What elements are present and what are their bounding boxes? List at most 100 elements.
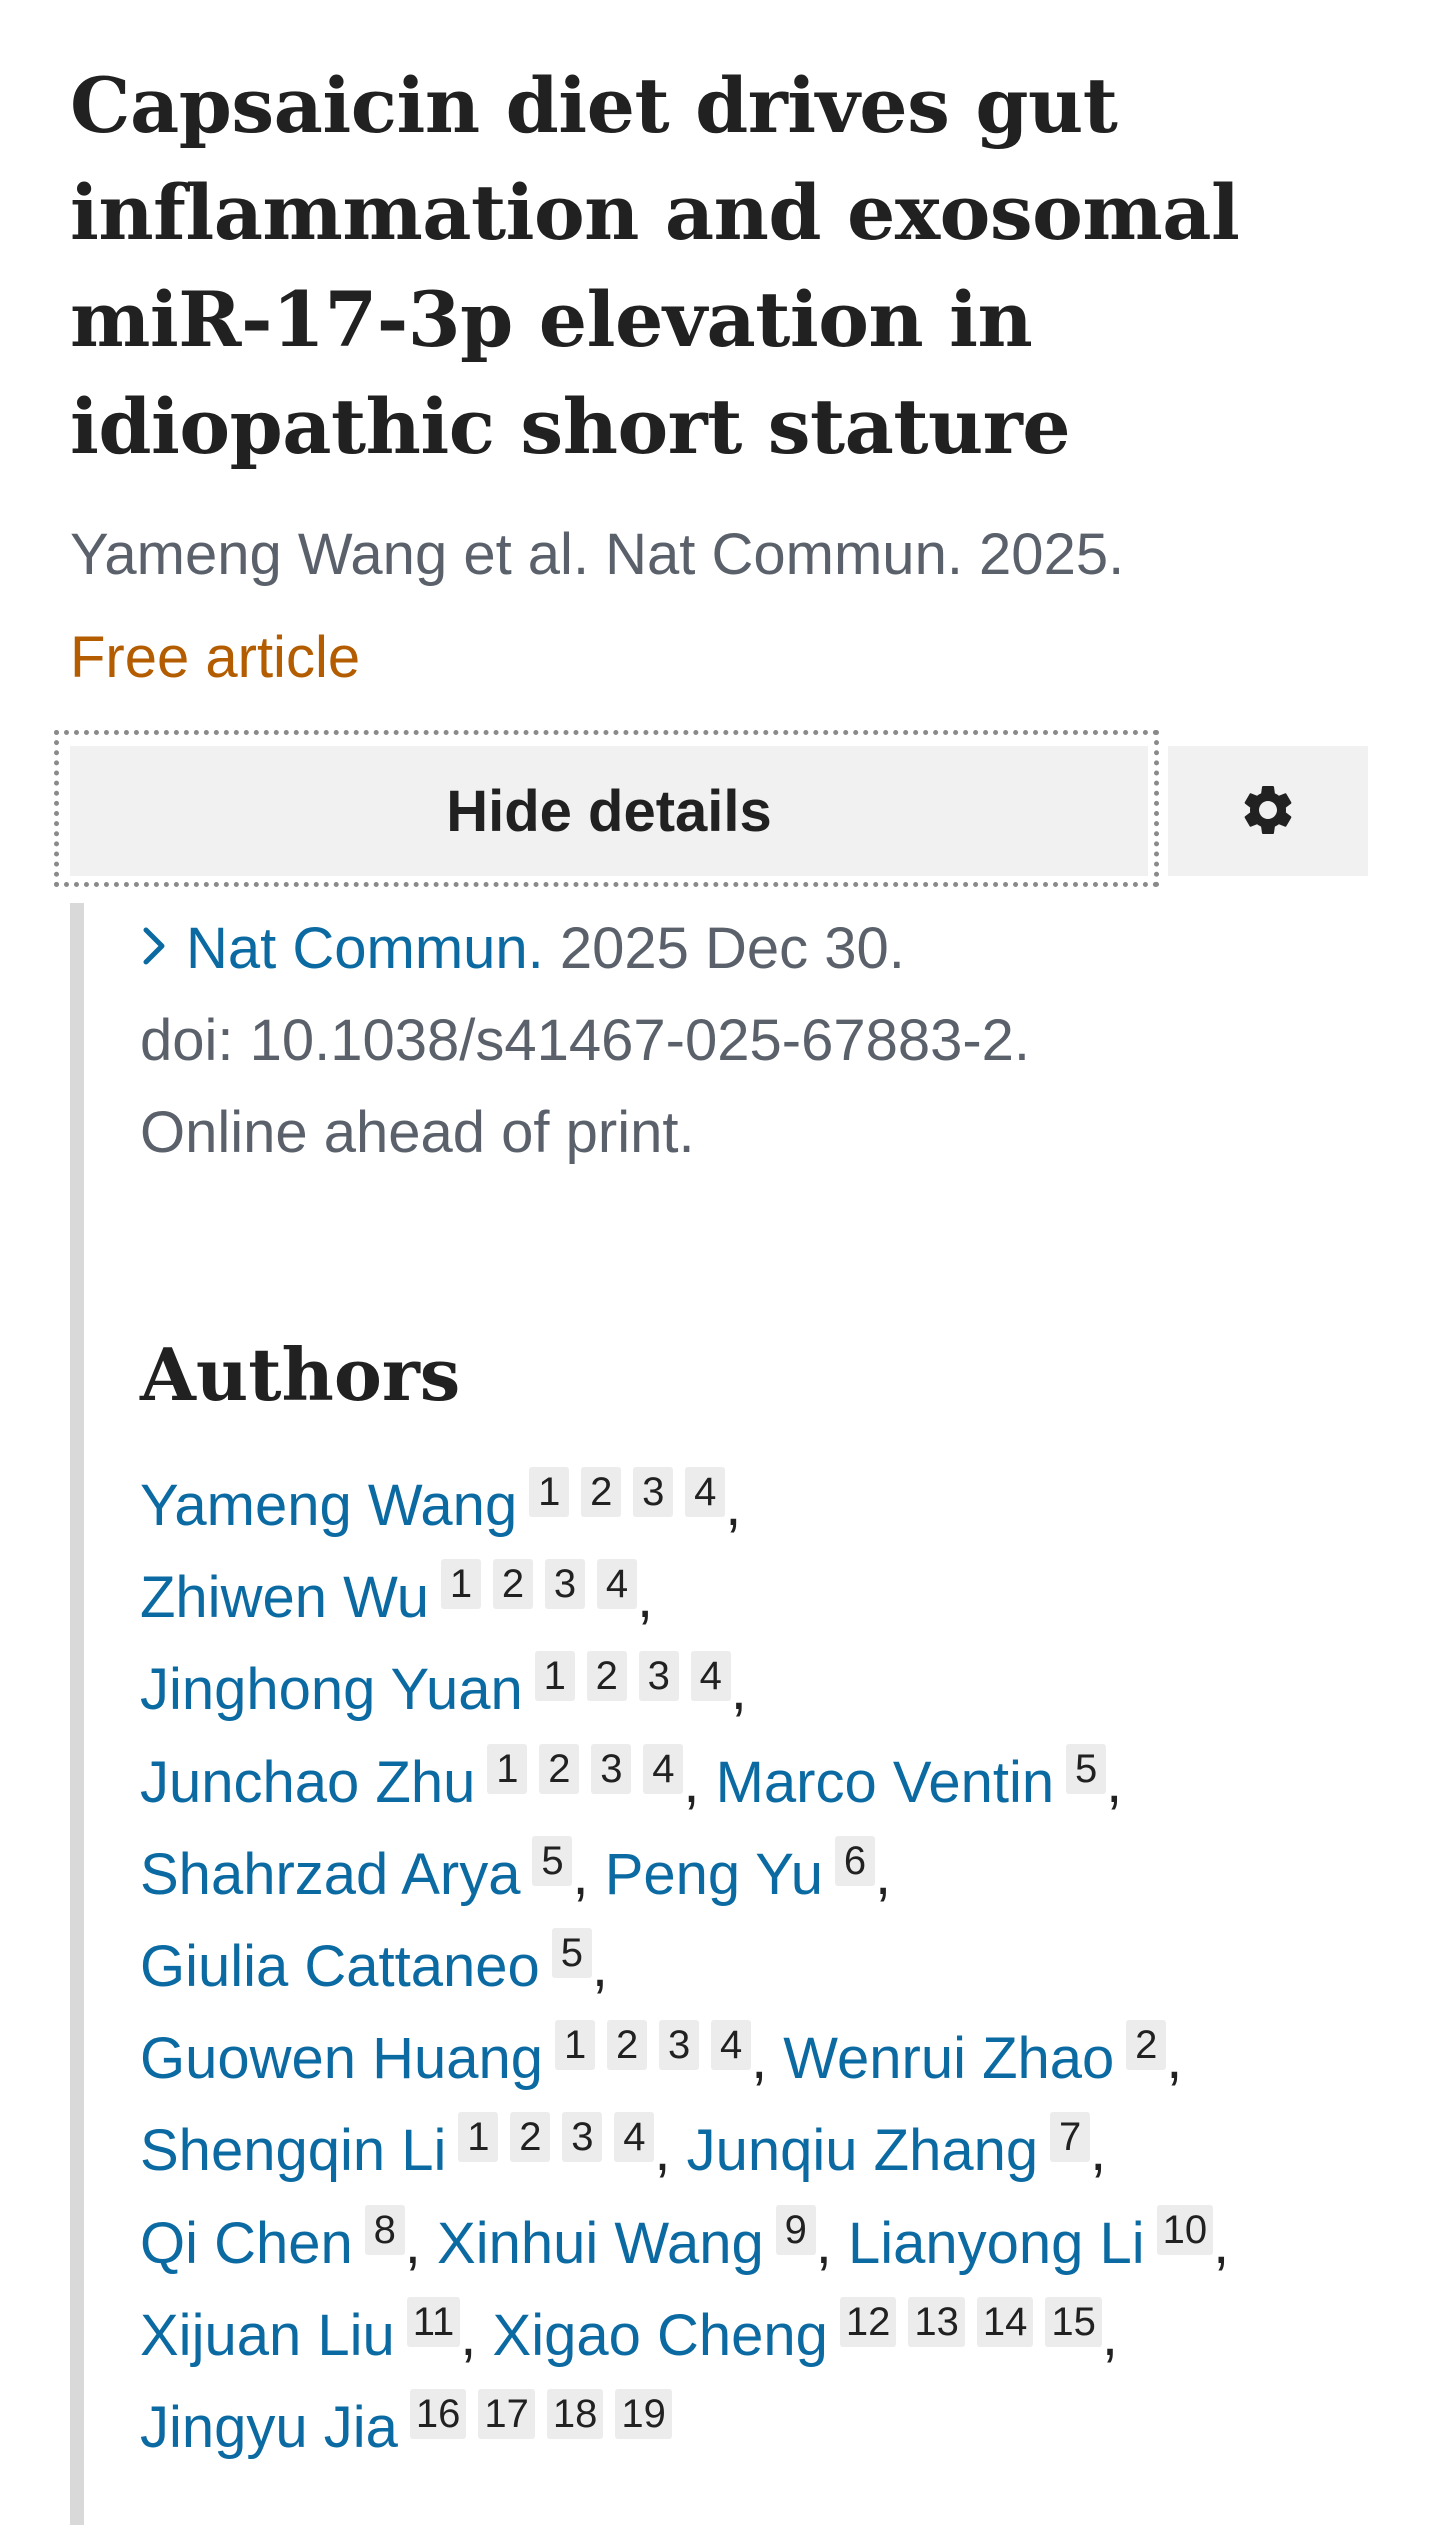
author-link[interactable]: Xijuan Liu xyxy=(140,2303,395,2368)
affiliation-badge[interactable]: 8 xyxy=(364,2204,405,2255)
affiliation-badge[interactable]: 19 xyxy=(615,2388,672,2439)
affiliation-badge[interactable]: 12 xyxy=(839,2296,897,2347)
chevron-right-icon xyxy=(140,903,168,995)
affiliation-badge[interactable]: 3 xyxy=(545,1559,586,1610)
author-link[interactable]: Xigao Cheng xyxy=(493,2303,828,2368)
affiliation-badge[interactable]: 2 xyxy=(1126,2020,1167,2071)
author-link[interactable]: Giulia Cattaneo xyxy=(140,1934,540,1999)
affiliation-badge[interactable]: 17 xyxy=(478,2388,535,2439)
author-line: Junchao Zhu 1 2 3 4, Marco Ventin 5, xyxy=(140,1737,1400,1829)
affiliation-badge[interactable]: 6 xyxy=(834,1835,875,1886)
author-line: Shahrzad Arya 5, Peng Yu 6, xyxy=(140,1829,1400,1921)
affiliation-badge[interactable]: 2 xyxy=(493,1559,534,1610)
affiliation-badge[interactable]: 2 xyxy=(510,2112,551,2163)
separator: , xyxy=(1101,2302,1119,2368)
journal-line: Nat Commun. 2025 Dec 30. xyxy=(140,903,1380,995)
affiliation-badge[interactable]: 18 xyxy=(546,2388,604,2439)
affiliation-badge[interactable]: 7 xyxy=(1050,2112,1091,2163)
author-line: Shengqin Li 1 2 3 4, Junqiu Zhang 7, xyxy=(140,2105,1400,2197)
author-link[interactable]: Marco Ventin xyxy=(716,1750,1055,1815)
affiliation-badge[interactable]: 1 xyxy=(529,1467,570,1517)
authors-heading: Authors xyxy=(140,1332,461,1417)
author-link[interactable]: Jingyu Jia xyxy=(140,2395,398,2460)
affiliation-badge[interactable]: 3 xyxy=(633,1467,674,1517)
separator: , xyxy=(874,1841,892,1907)
separator: , xyxy=(1166,2026,1183,2092)
author-line: Jinghong Yuan 1 2 3 4, xyxy=(140,1644,1400,1736)
author-link[interactable]: Shengqin Li xyxy=(140,2118,446,2183)
affiliation-badge[interactable]: 4 xyxy=(643,1743,684,1794)
separator: , xyxy=(637,1565,654,1631)
author-line: Giulia Cattaneo 5, xyxy=(140,1921,1400,2013)
author-list: Yameng Wang 1 2 3 4, Zhiwen Wu 1 2 3 4, Jinghong… xyxy=(140,1460,1400,2474)
affiliation-badge[interactable]: 1 xyxy=(487,1743,528,1794)
affiliation-badge[interactable]: 4 xyxy=(597,1559,638,1610)
affiliation-badge[interactable]: 5 xyxy=(1066,1743,1107,1794)
separator: , xyxy=(683,1749,716,1815)
author-link[interactable]: Lianyong Li xyxy=(848,2211,1145,2276)
separator: , xyxy=(725,1473,742,1538)
affiliation-badge[interactable]: 14 xyxy=(976,2296,1034,2347)
author-link[interactable]: Zhiwen Wu xyxy=(140,1565,429,1630)
author-line: Xijuan Liu 11, Xigao Cheng 12 13 14 15, xyxy=(140,2290,1400,2382)
affiliation-badge[interactable]: 4 xyxy=(685,1467,726,1517)
affiliation-badge[interactable]: 4 xyxy=(614,2112,655,2163)
affiliation-badge[interactable]: 2 xyxy=(607,2020,648,2071)
affiliation-badge[interactable]: 2 xyxy=(539,1743,580,1794)
affiliation-badge[interactable]: 4 xyxy=(711,2020,752,2071)
author-link[interactable]: Jinghong Yuan xyxy=(140,1657,523,1722)
affiliation-badge[interactable]: 5 xyxy=(532,1835,573,1886)
author-line: Guowen Huang 1 2 3 4, Wenrui Zhao 2, xyxy=(140,2013,1400,2105)
affiliation-badge[interactable]: 3 xyxy=(638,1651,679,1702)
affiliation-badge[interactable]: 9 xyxy=(775,2204,816,2255)
affiliation-badge[interactable]: 13 xyxy=(908,2296,965,2347)
affiliation-badge[interactable]: 3 xyxy=(591,1743,632,1794)
publication-date: 2025 Dec 30. xyxy=(543,916,905,981)
affiliation-badge[interactable]: 1 xyxy=(458,2112,499,2163)
separator: , xyxy=(815,2210,848,2276)
affiliation-badge[interactable]: 11 xyxy=(406,2296,461,2347)
article-title: Capsaicin diet drives gut inflammation a… xyxy=(70,61,1240,471)
author-link[interactable]: Shahrzad Arya xyxy=(140,1842,520,1907)
separator: , xyxy=(1106,1749,1123,1815)
affiliation-badge[interactable]: 1 xyxy=(534,1651,575,1702)
affiliation-badge[interactable]: 3 xyxy=(659,2020,700,2071)
separator: , xyxy=(591,1933,608,1999)
article-details: Nat Commun. 2025 Dec 30. doi: 10.1038/s4… xyxy=(140,903,1380,1179)
author-line: Jingyu Jia 16 17 18 19 xyxy=(140,2382,1400,2474)
free-article-label: Free article xyxy=(70,625,361,690)
gear-icon xyxy=(1238,780,1298,843)
affiliation-badge[interactable]: 5 xyxy=(551,1927,592,1978)
author-link[interactable]: Xinhui Wang xyxy=(437,2211,764,2276)
separator: , xyxy=(1090,2118,1107,2184)
affiliation-badge[interactable]: 2 xyxy=(581,1467,622,1517)
publication-status: Online ahead of print. xyxy=(140,1100,695,1165)
affiliation-badge[interactable]: 4 xyxy=(690,1651,731,1702)
affiliation-badge[interactable]: 16 xyxy=(409,2388,467,2439)
article-page: Capsaicin diet drives gut inflammation a… xyxy=(0,0,1440,2525)
article-citation: Yameng Wang et al. Nat Commun. 2025. xyxy=(70,522,1125,587)
affiliation-badge[interactable]: 2 xyxy=(586,1651,627,1702)
separator: , xyxy=(404,2210,438,2276)
journal-link[interactable]: Nat Commun. xyxy=(186,916,544,981)
separator: , xyxy=(730,1657,747,1723)
separator: , xyxy=(460,2302,493,2368)
doi: doi: 10.1038/s41467-025-67883-2. xyxy=(140,1008,1031,1073)
author-link[interactable]: Qi Chen xyxy=(140,2211,353,2276)
hide-details-button[interactable]: Hide details xyxy=(70,746,1148,876)
author-line: Yameng Wang 1 2 3 4, xyxy=(140,1460,1400,1552)
affiliation-badge[interactable]: 10 xyxy=(1156,2204,1214,2255)
author-line: Zhiwen Wu 1 2 3 4, xyxy=(140,1552,1400,1644)
author-link[interactable]: Junqiu Zhang xyxy=(687,2118,1038,2183)
author-link[interactable]: Peng Yu xyxy=(605,1842,823,1907)
author-link[interactable]: Junchao Zhu xyxy=(140,1750,475,1815)
separator: , xyxy=(654,2118,687,2184)
affiliation-badge[interactable]: 1 xyxy=(441,1559,482,1610)
affiliation-badge[interactable]: 15 xyxy=(1045,2296,1102,2347)
author-link[interactable]: Wenrui Zhao xyxy=(783,2026,1114,2091)
author-link[interactable]: Yameng Wang xyxy=(140,1473,517,1538)
affiliation-badge[interactable]: 1 xyxy=(555,2020,596,2071)
affiliation-badge[interactable]: 3 xyxy=(562,2112,603,2163)
author-link[interactable]: Guowen Huang xyxy=(140,2026,543,2091)
settings-button[interactable] xyxy=(1168,746,1368,876)
